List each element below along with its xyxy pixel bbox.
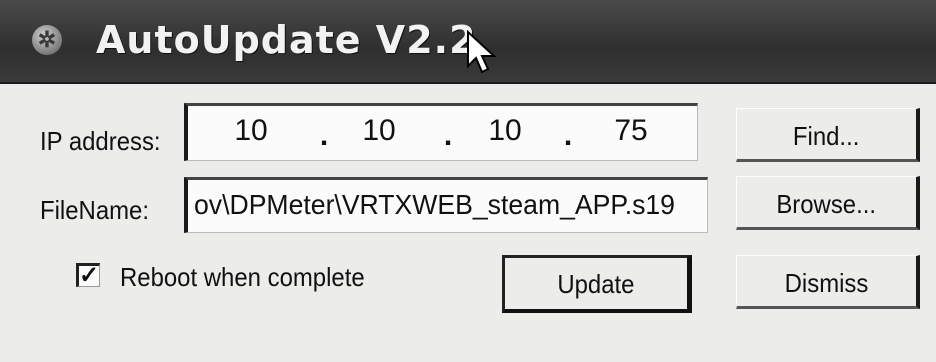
ip-octet-2[interactable]: 10 [344, 106, 414, 160]
update-button[interactable]: Update [502, 255, 692, 313]
ip-address-field[interactable]: 10 . 10 . 10 . 75 [184, 103, 698, 161]
reboot-label: Reboot when complete [120, 262, 365, 292]
filename-value: ov\DPMeter\VRTXWEB_steam_APP.s19 [194, 189, 675, 220]
mouse-pointer-icon [467, 30, 497, 74]
browse-button[interactable]: Browse... [736, 176, 920, 230]
ip-address-label: IP address: [40, 126, 161, 156]
ip-dot-2: . [443, 119, 453, 152]
filename-label: FileName: [40, 195, 150, 225]
ip-dot-1: . [319, 119, 329, 152]
ip-octet-4[interactable]: 75 [596, 106, 666, 160]
window-title: AutoUpdate V2.2 [96, 18, 477, 62]
title-bar[interactable]: ✲ AutoUpdate V2.2 [0, 0, 936, 84]
app-icon[interactable]: ✲ [32, 25, 62, 55]
dismiss-button[interactable]: Dismiss [736, 255, 920, 309]
ip-octet-3[interactable]: 10 [470, 106, 540, 160]
reboot-checkbox[interactable]: ✓ [76, 262, 100, 289]
find-button[interactable]: Find... [736, 108, 920, 162]
ip-octet-1[interactable]: 10 [216, 106, 286, 160]
ip-dot-3: . [563, 119, 573, 152]
checkmark-icon: ✓ [79, 262, 100, 289]
filename-field[interactable]: ov\DPMeter\VRTXWEB_steam_APP.s19 [184, 177, 708, 233]
